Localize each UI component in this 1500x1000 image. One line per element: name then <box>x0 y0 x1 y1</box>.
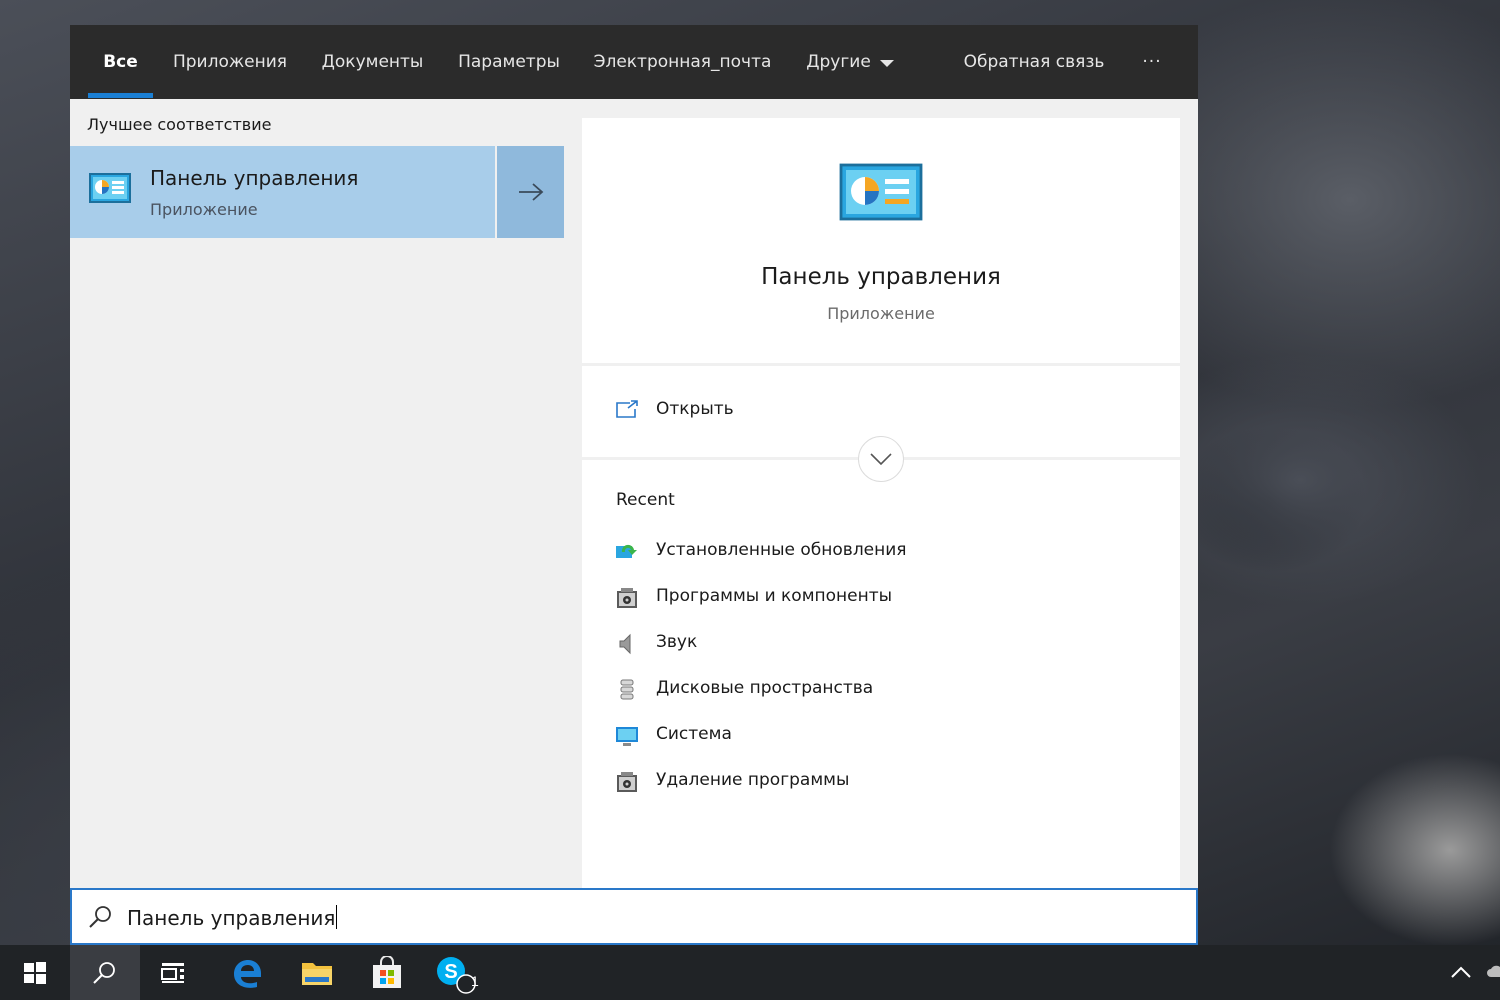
store-icon <box>373 955 401 988</box>
recent-item-sound[interactable]: Звук <box>582 624 1180 664</box>
uninstall-program-icon <box>617 772 637 792</box>
best-match-heading: Лучшее соответствие <box>87 115 272 134</box>
more-options-button[interactable]: ··· <box>1130 25 1174 99</box>
preview-header: Панель управления Приложение <box>582 118 1180 366</box>
control-panel-icon <box>839 163 923 221</box>
taskbar-search-button[interactable] <box>70 945 140 1000</box>
recent-item-label: Система <box>656 724 732 744</box>
recent-item-label: Программы и компоненты <box>656 586 893 606</box>
recent-item-label: Дисковые пространства <box>656 678 874 698</box>
edge-button[interactable] <box>212 945 282 1000</box>
windows-logo-icon <box>24 961 46 984</box>
tab-documents[interactable]: Документы <box>315 25 430 99</box>
tab-more-dropdown[interactable]: Другие <box>800 25 900 99</box>
preview-subtitle: Приложение <box>827 304 935 323</box>
task-view-button[interactable] <box>138 945 208 1000</box>
search-input[interactable]: Панель управления <box>127 905 338 930</box>
skype-notification-badge: 1 <box>471 973 479 989</box>
search-icon <box>93 961 115 984</box>
folder-icon <box>302 962 332 985</box>
chevron-up-icon[interactable] <box>1450 965 1472 979</box>
best-match-subtitle: Приложение <box>150 200 258 219</box>
svg-text:S: S <box>444 961 457 983</box>
recent-item-storage-spaces[interactable]: Дисковые пространства <box>582 670 1180 710</box>
chevron-down-icon <box>870 453 892 466</box>
recent-item-programs-features[interactable]: Программы и компоненты <box>582 578 1180 618</box>
caret-down-icon <box>879 59 894 67</box>
start-button[interactable] <box>0 945 70 1000</box>
search-filter-bar: Все Приложения Документы Параметры Элект… <box>70 25 1198 99</box>
recent-item-uninstall[interactable]: Удаление программы <box>582 762 1180 802</box>
recent-item-system[interactable]: Система <box>582 716 1180 756</box>
feedback-button[interactable]: Обратная связь <box>960 25 1108 99</box>
storage-spaces-icon <box>620 679 634 700</box>
tab-label: Документы <box>321 52 424 72</box>
task-view-icon <box>161 962 184 983</box>
windows-update-icon <box>616 544 637 558</box>
tab-apps[interactable]: Приложения <box>170 25 290 99</box>
open-external-icon <box>616 400 638 418</box>
store-button[interactable] <box>352 945 422 1000</box>
tab-label: Приложения <box>172 52 288 72</box>
results-column: Лучшее соответствие Панель управления Пр… <box>70 99 564 888</box>
control-panel-icon <box>89 173 131 203</box>
programs-features-icon <box>617 588 637 608</box>
search-icon <box>89 906 111 928</box>
speaker-icon <box>619 633 631 655</box>
edge-browser-icon <box>234 959 261 988</box>
open-preview-button[interactable] <box>497 146 564 238</box>
recent-item-installed-updates[interactable]: Установленные обновления <box>582 532 1180 572</box>
preview-title: Панель управления <box>761 264 1001 290</box>
tab-email[interactable]: Электронная_почта <box>590 25 775 99</box>
tab-label: Другие <box>806 52 871 72</box>
recent-item-label: Удаление программы <box>656 770 850 790</box>
text-cursor <box>336 905 338 929</box>
active-tab-indicator <box>88 93 153 98</box>
skype-button[interactable]: S 1 <box>422 945 492 1000</box>
arrow-right-icon <box>518 183 543 201</box>
tab-label: Все <box>103 52 138 72</box>
best-match-title: Панель управления <box>150 166 359 190</box>
preview-pane: Панель управления Приложение Открыть Rec… <box>582 118 1180 888</box>
tab-label: Электронная_почта <box>593 52 772 72</box>
taskbar: S 1 <box>0 945 1500 1000</box>
system-monitor-icon <box>616 727 638 746</box>
tab-label: Параметры <box>458 52 560 72</box>
search-box[interactable]: Панель управления <box>70 888 1198 945</box>
more-options-icon: ··· <box>1142 52 1162 72</box>
recent-item-label: Установленные обновления <box>656 540 907 560</box>
search-flyout: Все Приложения Документы Параметры Элект… <box>70 25 1198 888</box>
search-input-value: Панель управления <box>127 906 336 930</box>
recent-heading: Recent <box>616 490 675 510</box>
onedrive-cloud-icon[interactable] <box>1485 963 1500 981</box>
tab-settings[interactable]: Параметры <box>453 25 565 99</box>
feedback-label: Обратная связь <box>963 52 1105 72</box>
recent-item-label: Звук <box>656 632 698 652</box>
best-match-result[interactable]: Панель управления Приложение <box>70 146 495 238</box>
expand-actions-button[interactable] <box>858 436 904 482</box>
file-explorer-button[interactable] <box>282 945 352 1000</box>
tab-all[interactable]: Все <box>88 25 153 99</box>
open-action-label: Открыть <box>656 399 734 419</box>
